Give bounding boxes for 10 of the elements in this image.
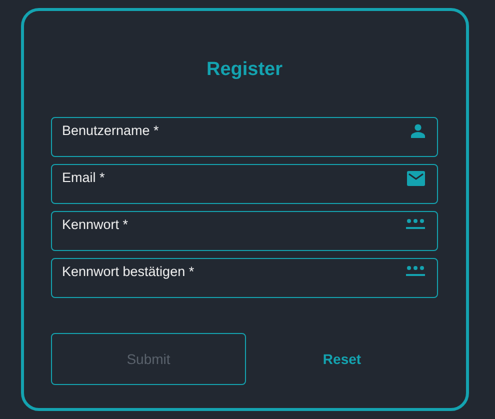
mail-icon [407,171,425,186]
password-icon [406,265,425,277]
input-field[interactable]: Kennwort * [51,211,438,251]
input-field[interactable]: Email * [51,164,438,204]
input-field[interactable]: Benutzername * [51,117,438,157]
form-title: Register [205,59,284,81]
input-field[interactable]: Kennwort bestätigen * [51,258,438,298]
user-icon [411,124,425,138]
password-icon [406,218,425,230]
reset-button[interactable]: Reset [246,350,438,368]
